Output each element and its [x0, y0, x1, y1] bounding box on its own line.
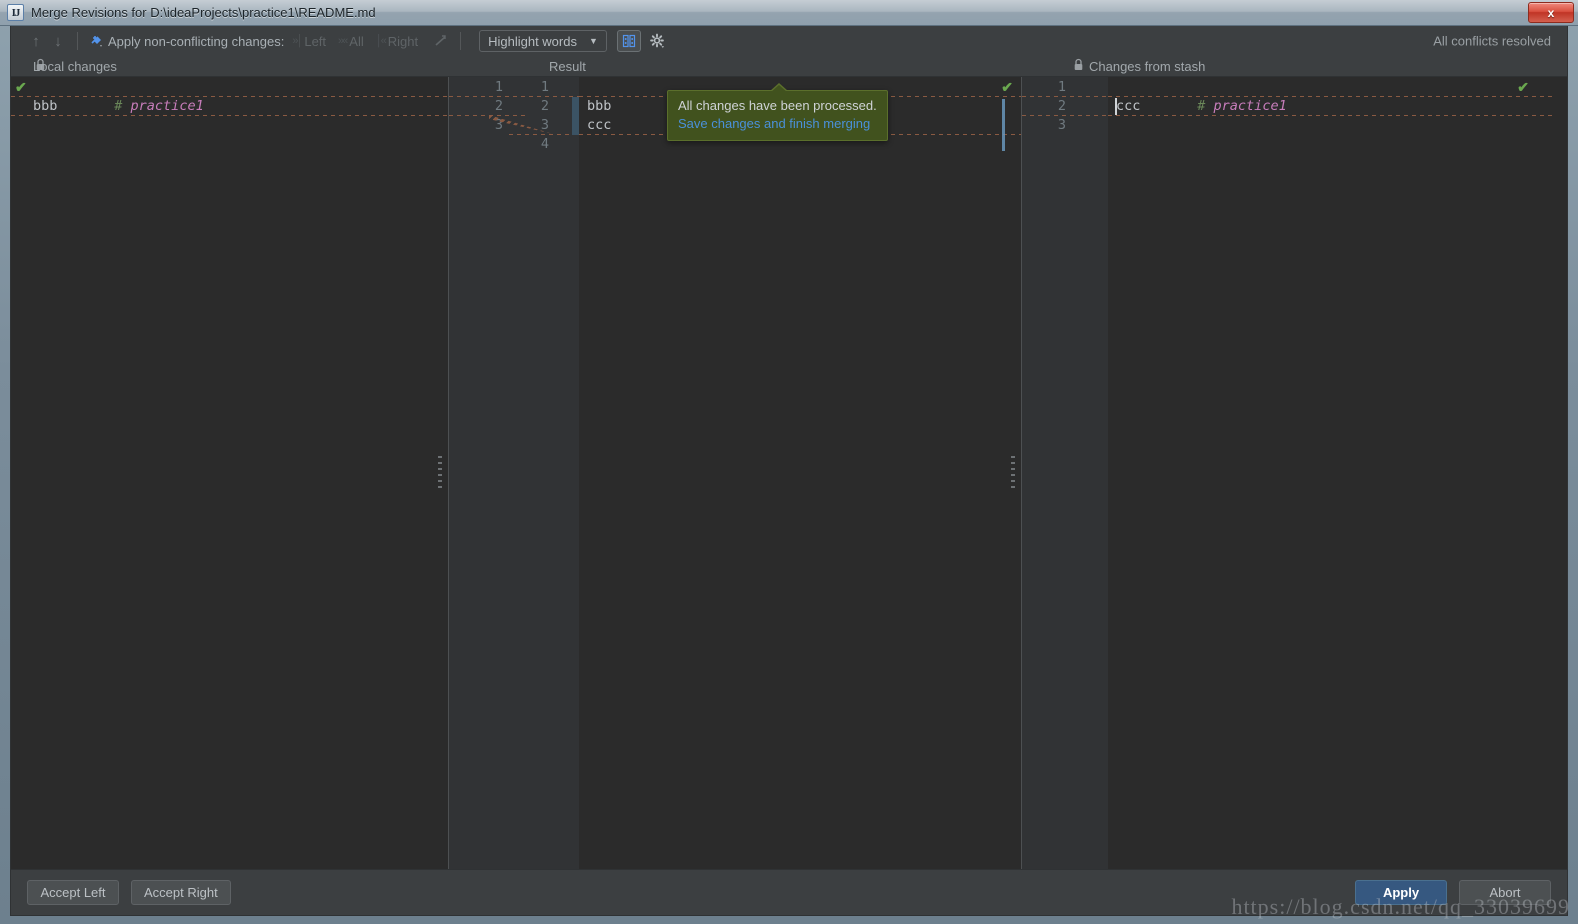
tooltip-message: All changes have been processed. [678, 97, 877, 115]
code-line: bbb [33, 97, 57, 116]
editor-center-result[interactable]: # practice1 bbb ccc ✔ All changes have b… [579, 77, 1021, 869]
caret-selection-bar [1002, 99, 1005, 151]
code-text: practice1 [131, 98, 204, 114]
diff-separator [1108, 96, 1555, 97]
apply-button[interactable]: Apply [1355, 880, 1447, 905]
pane-drag-handle-left[interactable] [438, 456, 442, 490]
window-title: Merge Revisions for D:\ideaProjects\prac… [31, 5, 376, 20]
magic-resolve-icon[interactable] [86, 30, 108, 52]
apply-all-icon: »« [338, 35, 346, 47]
diff-connector [449, 115, 527, 116]
primary-actions: Apply Abort [1343, 880, 1551, 905]
merge-client-area: ↑ ↓ Apply non-conflicting changes: »│ Le… [10, 26, 1568, 916]
diff-connector [1022, 115, 1108, 116]
toolbar-divider-2 [460, 32, 461, 50]
previous-difference-icon[interactable]: ↑ [25, 30, 47, 52]
apply-right-icon: │« [376, 35, 385, 47]
window-controls: x [1528, 2, 1574, 23]
code-line: # practice1 [1116, 78, 1287, 97]
merge-toolbar: ↑ ↓ Apply non-conflicting changes: »│ Le… [11, 26, 1567, 56]
pane-title-result: Result [549, 59, 586, 74]
diff-separator [1108, 115, 1555, 116]
diff-marker-bar [572, 97, 579, 135]
abort-button[interactable]: Abort [1459, 880, 1551, 905]
merge-complete-tooltip: All changes have been processed. Save ch… [667, 90, 888, 141]
conflicts-status-text: All conflicts resolved [1433, 34, 1551, 49]
apply-right-button[interactable]: │« Right [376, 34, 418, 49]
collapse-unchanged-toggle[interactable] [617, 30, 641, 52]
toolbar-divider-1 [77, 32, 78, 50]
line-number: 3 [1032, 116, 1066, 135]
apply-left-icon: »│ [292, 35, 301, 47]
gutter-right: 1 2 3 [1022, 77, 1108, 869]
line-number: 4 [513, 135, 549, 154]
pane-drag-handle-center[interactable] [1011, 456, 1015, 490]
highlight-mode-label: Highlight words [488, 34, 577, 49]
code-line: ccc [1116, 97, 1140, 116]
apply-left-button[interactable]: »│ Left [292, 34, 326, 49]
apply-left-label: Left [304, 34, 326, 49]
code-line: bbb [587, 97, 611, 116]
line-number: 1 [1032, 78, 1066, 97]
apply-all-button[interactable]: »« All [338, 34, 364, 49]
code-line: ccc [587, 116, 611, 135]
pane-title-changes-from-stash: Changes from stash [1089, 59, 1205, 74]
lock-icon-right [1073, 58, 1084, 74]
diff-separator [11, 115, 448, 116]
merge-editors-row: ✔ # practice1 bbb 1 2 3 1 2 [11, 76, 1567, 869]
diff-separator [11, 96, 448, 97]
intellij-app-icon: IJ [7, 4, 24, 21]
accept-center-check-icon[interactable]: ✔ [1001, 80, 1013, 94]
code-text: practice1 [1214, 98, 1287, 114]
dialog-button-bar: Accept Left Accept Right Apply Abort [11, 869, 1567, 915]
gear-icon[interactable] [647, 30, 669, 52]
pane-title-local-changes: Local changes [33, 59, 117, 74]
apply-right-label: Right [388, 34, 418, 49]
merge-revisions-window: IJ Merge Revisions for D:\ideaProjects\p… [0, 0, 1578, 924]
line-number: 2 [1032, 97, 1066, 116]
gutter-left: 1 2 3 1 2 3 4 [449, 77, 579, 869]
markdown-hash: # [114, 98, 130, 114]
pane-titles-row: Local changes Result Changes from stash [11, 56, 1567, 76]
accept-left-check-icon[interactable]: ✔ [15, 80, 27, 94]
diff-connector [449, 96, 579, 97]
chevron-down-icon: ▼ [589, 36, 598, 46]
editor-left-local-changes[interactable]: ✔ # practice1 bbb [11, 77, 448, 869]
markdown-hash: # [1197, 98, 1213, 114]
next-difference-icon[interactable]: ↓ [47, 30, 69, 52]
text-caret [1115, 98, 1117, 115]
editor-right-changes-from-stash[interactable]: # practice1 ccc ✔ [1108, 77, 1555, 869]
close-window-button[interactable]: x [1528, 2, 1574, 23]
accept-right-check-icon[interactable]: ✔ [1517, 80, 1529, 94]
ignore-changes-icon[interactable] [430, 30, 452, 52]
accept-right-button[interactable]: Accept Right [131, 880, 231, 905]
tooltip-action-link[interactable]: Save changes and finish merging [678, 115, 877, 133]
line-number: 2 [467, 97, 503, 116]
apply-nonconflicting-label: Apply non-conflicting changes: [108, 34, 284, 49]
code-line: # practice1 [33, 78, 204, 97]
accept-left-button[interactable]: Accept Left [27, 880, 119, 905]
highlight-mode-dropdown[interactable]: Highlight words ▼ [479, 30, 607, 52]
diff-connector [509, 134, 579, 135]
diff-connector [1022, 96, 1108, 97]
line-number: 2 [513, 97, 549, 116]
line-number: 1 [467, 78, 503, 97]
tooltip-arrow-inner [771, 85, 787, 92]
window-titlebar: IJ Merge Revisions for D:\ideaProjects\p… [0, 0, 1578, 26]
apply-all-label: All [349, 34, 363, 49]
line-number: 1 [513, 78, 549, 97]
